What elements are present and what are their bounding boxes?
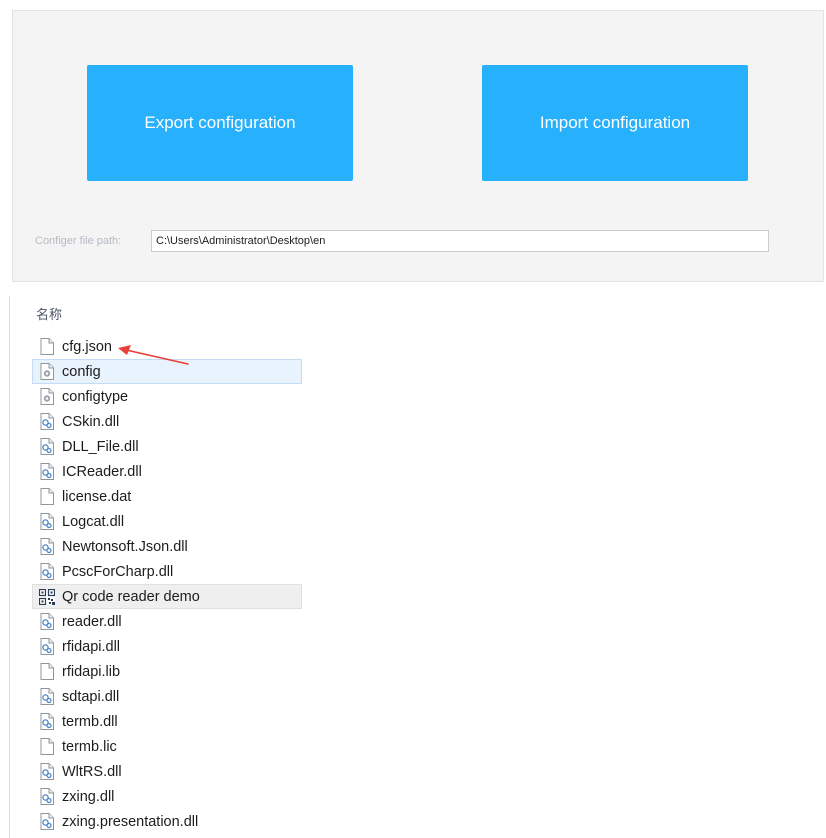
file-name: Newtonsoft.Json.dll — [62, 538, 188, 555]
file-row-dll-file-dll[interactable]: DLL_File.dll — [10, 434, 302, 459]
file-row-icreader-dll[interactable]: ICReader.dll — [10, 459, 302, 484]
file-name: Qr code reader demo — [62, 588, 200, 605]
file-name: termb.dll — [62, 713, 118, 730]
file-name: cfg.json — [62, 338, 112, 355]
file-row-rfidapi-dll[interactable]: rfidapi.dll — [10, 634, 302, 659]
file-row-logcat-dll[interactable]: Logcat.dll — [10, 509, 302, 534]
file-explorer-list: 名称 cfg.json config configtype CSkin.dll … — [9, 296, 302, 838]
config-file-path-input[interactable] — [151, 230, 769, 252]
file-row-zxing-presentation-dll[interactable]: zxing.presentation.dll — [10, 809, 302, 834]
dll-file-icon — [39, 788, 55, 806]
dll-file-icon — [39, 513, 55, 531]
file-row-pcscforcharp-dll[interactable]: PcscForCharp.dll — [10, 559, 302, 584]
config-panel: Export configuration Import configuratio… — [12, 10, 824, 282]
file-row-cskin-dll[interactable]: CSkin.dll — [10, 409, 302, 434]
blank-file-icon — [39, 738, 55, 756]
file-name: termb.lic — [62, 738, 117, 755]
dll-file-icon — [39, 463, 55, 481]
file-name: config — [62, 363, 101, 380]
file-name: rfidapi.lib — [62, 663, 121, 680]
file-name: zxing.presentation.dll — [62, 813, 199, 830]
dll-file-icon — [39, 438, 55, 456]
file-row-newtonsoft-json-dll[interactable]: Newtonsoft.Json.dll — [10, 534, 302, 559]
file-name: ICReader.dll — [62, 463, 142, 480]
file-name: zxing.dll — [62, 788, 115, 805]
file-name: CSkin.dll — [62, 413, 120, 430]
file-list: cfg.json config configtype CSkin.dll DLL… — [10, 334, 302, 834]
blank-file-icon — [39, 663, 55, 681]
annotation-arrow — [118, 345, 189, 365]
dll-file-icon — [39, 713, 55, 731]
file-row-qr-code-reader-demo[interactable]: Qr code reader demo — [32, 584, 302, 609]
qr-code-icon — [39, 588, 55, 606]
dll-file-icon — [39, 688, 55, 706]
file-name: PcscForCharp.dll — [62, 563, 174, 580]
file-row-termb-lic[interactable]: termb.lic — [10, 734, 302, 759]
dll-file-icon — [39, 538, 55, 556]
blank-file-icon — [39, 488, 55, 506]
name-column-header[interactable]: 名称 — [36, 304, 62, 323]
file-name: Logcat.dll — [62, 513, 125, 530]
file-name: reader.dll — [62, 613, 122, 630]
file-row-zxing-dll[interactable]: zxing.dll — [10, 784, 302, 809]
file-name: DLL_File.dll — [62, 438, 139, 455]
file-row-license-dat[interactable]: license.dat — [10, 484, 302, 509]
dll-file-icon — [39, 413, 55, 431]
import-configuration-button[interactable]: Import configuration — [482, 65, 748, 181]
page: Export configuration Import configuratio… — [0, 0, 826, 838]
file-row-termb-dll[interactable]: termb.dll — [10, 709, 302, 734]
file-name: sdtapi.dll — [62, 688, 120, 705]
file-name: WltRS.dll — [62, 763, 122, 780]
settings-file-icon — [39, 388, 55, 406]
file-name: license.dat — [62, 488, 132, 505]
blank-file-icon — [39, 338, 55, 356]
dll-file-icon — [39, 563, 55, 581]
dll-file-icon — [39, 813, 55, 831]
file-row-configtype[interactable]: configtype — [10, 384, 302, 409]
file-row-rfidapi-lib[interactable]: rfidapi.lib — [10, 659, 302, 684]
export-configuration-button[interactable]: Export configuration — [87, 65, 353, 181]
file-name: configtype — [62, 388, 129, 405]
config-file-path-label: Configer file path: — [35, 235, 122, 247]
file-row-sdtapi-dll[interactable]: sdtapi.dll — [10, 684, 302, 709]
settings-file-icon — [39, 363, 55, 381]
file-row-reader-dll[interactable]: reader.dll — [10, 609, 302, 634]
dll-file-icon — [39, 638, 55, 656]
file-row-wltrs-dll[interactable]: WltRS.dll — [10, 759, 302, 784]
dll-file-icon — [39, 613, 55, 631]
file-name: rfidapi.dll — [62, 638, 121, 655]
dll-file-icon — [39, 763, 55, 781]
